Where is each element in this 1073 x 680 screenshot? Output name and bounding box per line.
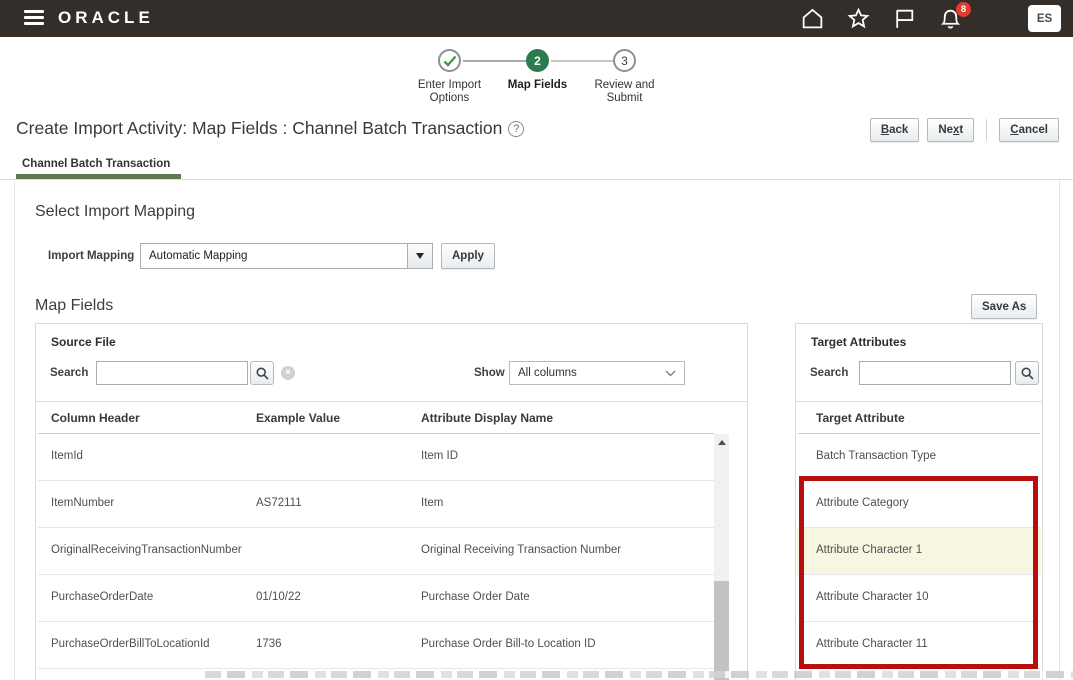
table-row[interactable]: ItemNumber AS72111 Item <box>36 481 714 528</box>
cell-column-header: ItemNumber <box>51 497 115 509</box>
show-label: Show <box>474 367 505 379</box>
search-icon <box>255 366 269 380</box>
select-import-mapping-heading: Select Import Mapping <box>35 203 196 220</box>
cell-example-value: 1736 <box>256 638 282 650</box>
progress-stepper: Enter Import Options 2 Map Fields 3 Revi… <box>418 49 655 109</box>
source-file-title: Source File <box>51 335 116 349</box>
step-complete-circle <box>438 49 461 72</box>
cell-column-header: ItemId <box>51 450 83 462</box>
panel-rule <box>36 401 747 402</box>
stepper-connector <box>551 60 613 62</box>
cell-attribute-display-name: Original Receiving Transaction Number <box>421 544 622 556</box>
cell-example-value: AS72111 <box>256 497 302 509</box>
back-button[interactable]: Back <box>869 118 920 142</box>
chevron-down-icon <box>665 370 676 376</box>
red-highlight-annotation <box>799 476 1038 669</box>
search-icon <box>1020 366 1034 380</box>
cell-attribute-display-name: Purchase Order Bill-to Location ID <box>421 638 596 650</box>
dropdown-arrow-icon[interactable] <box>407 243 433 269</box>
source-search-label: Search <box>50 367 89 379</box>
table-row[interactable]: OriginalReceivingTransactionNumber Origi… <box>36 528 714 575</box>
favorites-star-icon[interactable] <box>846 6 871 31</box>
import-mapping-dropdown[interactable]: Automatic Mapping <box>140 243 433 269</box>
cell-attribute-display-name: Purchase Order Date <box>421 591 530 603</box>
table-row[interactable]: ItemId Item ID <box>36 434 714 481</box>
row-separator <box>38 668 714 669</box>
hamburger-menu-icon[interactable] <box>24 10 44 26</box>
target-attributes-title: Target Attributes <box>811 335 907 349</box>
step-current-circle: 2 <box>526 49 549 72</box>
source-search-button[interactable] <box>250 361 274 385</box>
import-mapping-value: Automatic Mapping <box>140 243 407 269</box>
target-search-label: Search <box>810 367 849 379</box>
help-icon[interactable]: ? <box>508 121 525 137</box>
page-title: Create Import Activity: Map Fields : Cha… <box>16 118 525 139</box>
step-review-and-submit[interactable]: 3 Review and Submit <box>594 49 655 104</box>
save-as-button[interactable]: Save As <box>971 294 1038 319</box>
check-icon <box>443 55 456 67</box>
column-header-col[interactable]: Column Header <box>51 411 140 425</box>
attribute-display-name-col[interactable]: Attribute Display Name <box>421 411 553 425</box>
vertical-scrollbar[interactable] <box>714 434 729 680</box>
show-dropdown-value: All columns <box>518 367 577 379</box>
scrollbar-up-arrow[interactable] <box>717 440 726 445</box>
target-row[interactable]: Batch Transaction Type <box>816 450 936 462</box>
top-app-bar: ORACLE 8 ES <box>0 0 1073 37</box>
step-enter-import-options[interactable]: Enter Import Options <box>418 49 481 104</box>
example-value-col[interactable]: Example Value <box>256 411 340 425</box>
target-search-button[interactable] <box>1015 361 1039 385</box>
cell-attribute-display-name: Item ID <box>421 450 459 462</box>
import-mapping-label: Import Mapping <box>48 250 135 262</box>
cancel-button[interactable]: Cancel <box>999 118 1059 142</box>
target-attribute-col[interactable]: Target Attribute <box>816 411 905 425</box>
header-actions: Back Next Cancel <box>869 118 1059 142</box>
apply-button[interactable]: Apply <box>441 243 495 269</box>
button-separator <box>986 119 988 141</box>
cell-attribute-display-name: Item <box>421 497 444 509</box>
clipped-text-artifact <box>205 671 1073 678</box>
table-row[interactable]: PurchaseOrderDate 01/10/22 Purchase Orde… <box>36 575 714 622</box>
flag-icon[interactable] <box>892 6 917 31</box>
stepper-connector <box>463 60 526 62</box>
cell-column-header: OriginalReceivingTransactionNumber <box>51 544 242 556</box>
panel-rule <box>796 401 1042 402</box>
cell-example-value: 01/10/22 <box>256 591 301 603</box>
step-map-fields[interactable]: 2 Map Fields <box>508 49 567 91</box>
scrollbar-thumb[interactable] <box>714 581 729 680</box>
home-icon[interactable] <box>800 6 825 31</box>
user-avatar[interactable]: ES <box>1028 5 1061 32</box>
tab-channel-batch-transaction[interactable]: Channel Batch Transaction <box>22 158 170 170</box>
cell-column-header: PurchaseOrderDate <box>51 591 154 603</box>
notifications-bell-icon[interactable]: 8 <box>938 2 971 31</box>
next-button[interactable]: Next <box>927 118 975 142</box>
table-header-rule <box>798 433 1040 434</box>
show-dropdown[interactable]: All columns <box>509 361 685 385</box>
map-fields-heading: Map Fields <box>35 297 114 314</box>
source-search-input[interactable] <box>96 361 248 385</box>
table-row[interactable]: PurchaseOrderBillToLocationId 1736 Purch… <box>36 622 714 669</box>
clear-search-icon[interactable]: × <box>281 366 295 380</box>
cell-column-header: PurchaseOrderBillToLocationId <box>51 638 210 650</box>
source-file-panel: Source File Search × Show All columns Co… <box>35 323 748 680</box>
target-search-input[interactable] <box>859 361 1011 385</box>
step-upcoming-circle: 3 <box>613 49 636 72</box>
notification-badge: 8 <box>956 2 971 17</box>
oracle-logo: ORACLE <box>58 8 154 27</box>
